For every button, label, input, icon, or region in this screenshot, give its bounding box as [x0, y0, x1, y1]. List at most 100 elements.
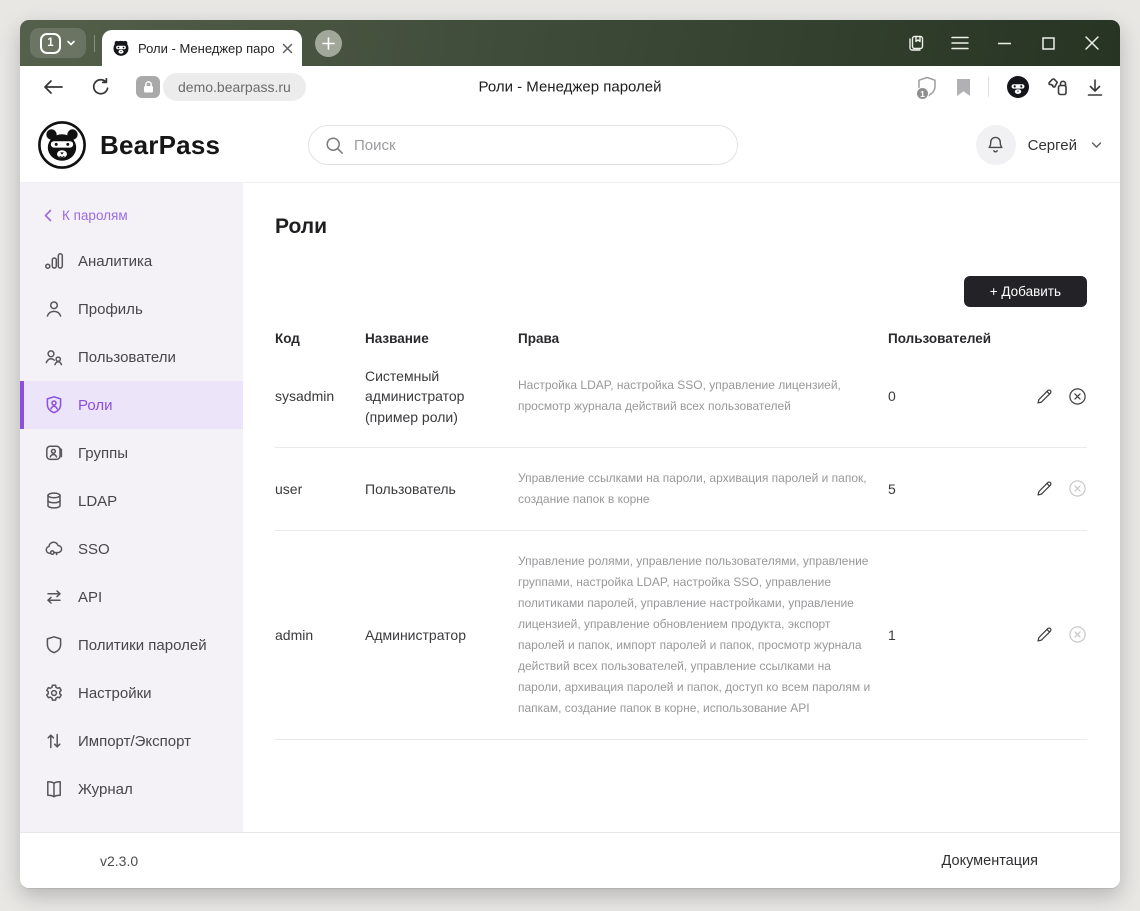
documentation-link[interactable]: Документация: [942, 853, 1038, 869]
sidebar-item-settings[interactable]: Настройки: [20, 669, 243, 717]
user-chevron-down-icon[interactable]: [1091, 141, 1102, 149]
browser-toolbar: demo.bearpass.ru Роли - Менеджер паролей…: [20, 66, 1120, 108]
sidebar-item-journal[interactable]: Журнал: [20, 765, 243, 813]
roles-icon: [44, 395, 64, 415]
url-text: demo.bearpass.ru: [178, 79, 291, 95]
sso-icon: [44, 539, 64, 559]
sidebar: К паролям Аналитика Профиль Пользователи…: [20, 183, 243, 832]
edit-role-button[interactable]: [1035, 387, 1054, 406]
delete-role-button[interactable]: [1068, 625, 1087, 644]
profile-icon: [44, 299, 64, 319]
search-box[interactable]: [308, 125, 738, 165]
notifications-button[interactable]: [976, 125, 1016, 165]
role-code: admin: [275, 627, 365, 643]
protect-badge: 1: [916, 87, 929, 100]
address-bar[interactable]: demo.bearpass.ru: [163, 73, 306, 101]
sidebar-item-roles[interactable]: Роли: [20, 381, 243, 429]
sidebar-item-label: Аналитика: [78, 253, 152, 270]
app-header: BearPass Сергей: [20, 108, 1120, 183]
users-icon: [44, 347, 64, 367]
bearpass-extension-button[interactable]: [1006, 75, 1030, 99]
tab-counter-button[interactable]: 1: [30, 28, 86, 58]
sidebar-back-link[interactable]: К паролям: [20, 193, 243, 237]
header-code: Код: [275, 331, 365, 346]
bearpass-logo-icon: [38, 121, 86, 169]
add-role-button[interactable]: + Добавить: [964, 276, 1087, 307]
header-rights: Права: [518, 331, 876, 346]
side-panel-button[interactable]: [900, 27, 932, 59]
ldap-icon: [44, 491, 64, 511]
download-icon: [1086, 78, 1104, 97]
groups-icon: [44, 443, 64, 463]
row-actions: [1035, 625, 1087, 644]
close-button[interactable]: [1076, 27, 1108, 59]
toolbar-right-icons: 1: [917, 75, 1104, 99]
role-code: user: [275, 481, 365, 497]
search-input[interactable]: [354, 137, 721, 154]
protect-button[interactable]: 1: [917, 76, 939, 98]
actions-row: + Добавить: [275, 276, 1087, 307]
main-content: Роли + Добавить Код Название Права Польз…: [243, 183, 1120, 832]
sidebar-item-import-export[interactable]: Импорт/Экспорт: [20, 717, 243, 765]
browser-tab[interactable]: Роли - Менеджер паролей: [102, 30, 302, 66]
sidebar-item-ldap[interactable]: LDAP: [20, 477, 243, 525]
table-row: sysadmin Системный администратор (пример…: [275, 346, 1087, 448]
site-security-chip[interactable]: [136, 76, 160, 98]
close-icon: [1085, 36, 1099, 50]
sidebar-item-users[interactable]: Пользователи: [20, 333, 243, 381]
role-users-count: 5: [876, 481, 1026, 497]
sidebar-item-analytics[interactable]: Аналитика: [20, 237, 243, 285]
sidebar-item-label: Настройки: [78, 685, 152, 702]
sidebar-item-sso[interactable]: SSO: [20, 525, 243, 573]
header-users: Пользователей: [876, 331, 1026, 346]
bear-extension-icon: [1006, 75, 1030, 99]
settings-icon: [44, 683, 64, 703]
minimize-icon: [998, 42, 1011, 45]
sidebar-item-label: Группы: [78, 445, 128, 462]
api-icon: [44, 587, 64, 607]
pencil-icon: [1035, 479, 1054, 498]
role-name: Пользователь: [365, 479, 518, 499]
role-rights: Настройка LDAP, настройка SSO, управлени…: [518, 375, 876, 417]
new-tab-button[interactable]: [315, 30, 342, 57]
back-link-label: К паролям: [62, 208, 128, 223]
sidebar-item-label: Роли: [78, 397, 113, 414]
tab-title: Роли - Менеджер паролей: [138, 41, 274, 56]
edit-role-button[interactable]: [1035, 479, 1054, 498]
table-row: user Пользователь Управление ссылками на…: [275, 448, 1087, 531]
delete-role-button[interactable]: [1068, 479, 1087, 498]
role-users-count: 1: [876, 627, 1026, 643]
reload-button[interactable]: [84, 72, 118, 102]
sidebar-item-groups[interactable]: Группы: [20, 429, 243, 477]
sidebar-item-policies[interactable]: Политики паролей: [20, 621, 243, 669]
delete-role-button[interactable]: [1068, 387, 1087, 406]
chevron-down-icon: [66, 38, 76, 48]
table-header: Код Название Права Пользователей: [275, 331, 1087, 346]
menu-button[interactable]: [944, 27, 976, 59]
edit-role-button[interactable]: [1035, 625, 1054, 644]
role-rights: Управление ссылками на пароли, архивация…: [518, 468, 876, 510]
sidebar-item-profile[interactable]: Профиль: [20, 285, 243, 333]
sidebar-item-label: Импорт/Экспорт: [78, 733, 191, 750]
bookmark-button[interactable]: [956, 78, 971, 97]
import-export-icon: [44, 731, 64, 751]
role-users-count: 0: [876, 388, 1026, 404]
sidebar-item-label: Профиль: [78, 301, 143, 318]
brand-block[interactable]: BearPass: [38, 121, 308, 169]
window-controls: [900, 20, 1108, 66]
downloads-button[interactable]: [1086, 78, 1104, 97]
circle-x-icon: [1068, 479, 1087, 498]
analytics-icon: [44, 251, 64, 271]
maximize-button[interactable]: [1032, 27, 1064, 59]
header-right: Сергей: [976, 125, 1102, 165]
minimize-button[interactable]: [988, 27, 1020, 59]
password-manager-button[interactable]: [1047, 76, 1069, 98]
sidebar-item-api[interactable]: API: [20, 573, 243, 621]
back-button[interactable]: [36, 72, 70, 102]
app-footer: v2.3.0 Документация: [20, 832, 1120, 888]
tab-close-icon[interactable]: [282, 43, 293, 54]
hamburger-icon: [951, 36, 969, 50]
user-menu[interactable]: Сергей: [1028, 137, 1077, 154]
titlebar: 1 Роли - Менеджер паролей: [20, 20, 1120, 66]
bookmark-icon: [956, 78, 971, 97]
